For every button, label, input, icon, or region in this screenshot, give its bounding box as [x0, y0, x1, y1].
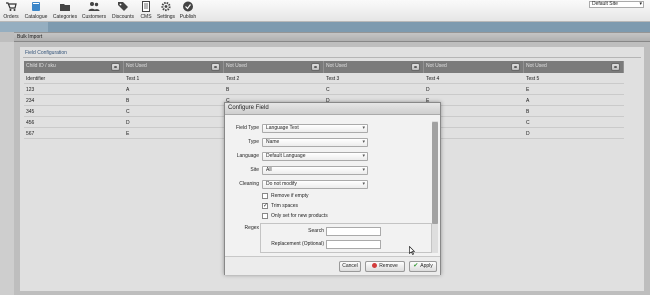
apply-button[interactable]: ✔ Apply — [409, 261, 437, 272]
search-input[interactable] — [326, 227, 381, 236]
type-label: Type — [248, 139, 259, 145]
site-row: Site All — [227, 166, 432, 175]
nav-catalogue[interactable]: Catalogue — [22, 1, 50, 21]
checkbox-box[interactable] — [262, 202, 268, 209]
tag-icon — [118, 2, 128, 11]
cleaning-select[interactable]: Do not modify — [262, 180, 368, 189]
nav-categories[interactable]: Categories — [52, 1, 78, 21]
regex-label: Regex — [244, 225, 259, 231]
cleaning-row: Cleaning Do not modify — [227, 180, 432, 189]
nav-label: Customers — [81, 14, 107, 20]
book-icon — [32, 2, 40, 11]
dialog-footer: Cancel Remove ✔ Apply — [225, 256, 440, 275]
site-field-select[interactable]: All — [262, 166, 368, 175]
cart-icon — [6, 2, 17, 11]
nav-settings[interactable]: Settings — [156, 1, 176, 21]
nav-label: Categories — [52, 14, 78, 20]
nav-label: CMS — [140, 14, 152, 20]
checkbox-label: Remove if empty — [271, 193, 309, 199]
replacement-row: Replacement (Optional) — [261, 240, 431, 249]
language-label: Language — [236, 153, 259, 159]
nav-cms[interactable]: CMS — [138, 1, 154, 21]
type-row: Type Name — [227, 138, 432, 147]
check-circle-icon — [183, 1, 193, 12]
replacement-label: Replacement (Optional) — [271, 241, 324, 247]
replacement-input[interactable] — [326, 240, 381, 249]
field-type-label: Field Type — [236, 125, 259, 131]
remove-if-empty-checkbox[interactable]: Remove if empty — [262, 192, 382, 200]
nav-label: Orders — [3, 14, 19, 20]
nav-discounts[interactable]: Discounts — [111, 1, 135, 21]
site-select[interactable]: Default Site — [589, 1, 644, 8]
remove-button[interactable]: Remove — [365, 261, 405, 272]
nav-label: Publish — [179, 14, 197, 20]
checkbox-label: Trim spaces — [271, 203, 299, 209]
document-icon — [142, 1, 150, 12]
checkbox-label: Only set for new products — [271, 213, 328, 219]
regex-group: Search Replacement (Optional) — [260, 223, 432, 253]
top-toolbar: Orders Catalogue Categories Customers Di… — [0, 0, 650, 22]
check-icon: ✔ — [413, 263, 419, 269]
mouse-cursor-icon — [409, 246, 415, 255]
nav-customers[interactable]: Customers — [81, 1, 107, 21]
type-select[interactable]: Name — [262, 138, 368, 147]
folder-icon — [60, 4, 70, 11]
search-row: Search — [261, 227, 431, 236]
trim-spaces-checkbox[interactable]: Trim spaces — [262, 202, 382, 210]
nav-label: Catalogue — [24, 14, 48, 20]
nav-orders[interactable]: Orders — [1, 1, 21, 21]
cancel-button[interactable]: Cancel — [339, 261, 361, 272]
checkbox-box[interactable] — [262, 213, 268, 219]
dialog-scrollbar-thumb[interactable] — [432, 122, 438, 224]
cleaning-label: Cleaning — [239, 181, 259, 187]
checkbox-box[interactable] — [262, 193, 268, 199]
cancel-button-label: Cancel — [342, 263, 358, 269]
remove-icon — [372, 263, 378, 268]
nav-label: Discounts — [112, 14, 134, 20]
field-type-select[interactable]: Language Text — [262, 124, 368, 133]
remove-button-label: Remove — [379, 263, 398, 269]
search-label: Search — [308, 228, 324, 234]
site-label: Site — [250, 167, 259, 173]
apply-button-label: Apply — [420, 263, 433, 269]
only-new-products-checkbox[interactable]: Only set for new products — [262, 212, 382, 220]
dialog-body: Field Type Language Text Type Name Langu… — [227, 118, 435, 253]
nav-label: Settings — [156, 14, 176, 20]
language-row: Language Default Language — [227, 152, 432, 161]
gear-icon — [161, 1, 171, 12]
language-select[interactable]: Default Language — [262, 152, 368, 161]
users-icon — [88, 2, 100, 11]
dialog-title: Configure Field — [225, 103, 440, 115]
nav-publish[interactable]: Publish — [178, 1, 198, 21]
field-type-row: Field Type Language Text — [227, 124, 432, 133]
